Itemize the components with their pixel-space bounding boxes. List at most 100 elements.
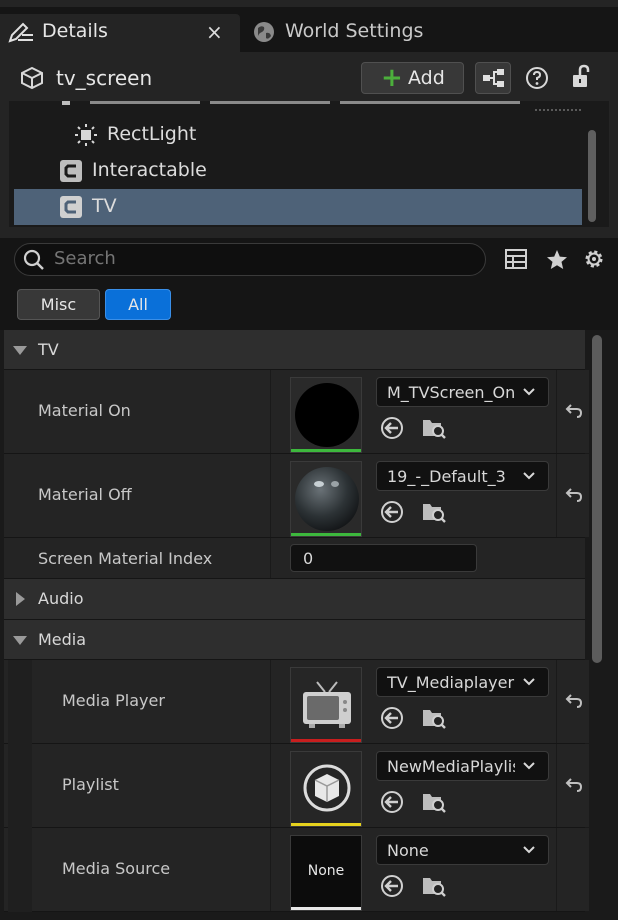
tree-item-tv[interactable]: TV bbox=[14, 189, 582, 225]
component-icon bbox=[60, 160, 82, 182]
top-strip bbox=[0, 0, 618, 7]
thumbnail-label: None bbox=[307, 863, 345, 879]
use-selected-icon[interactable] bbox=[379, 873, 405, 899]
material-thumbnail[interactable] bbox=[290, 461, 362, 537]
property-label: Material On bbox=[38, 401, 131, 420]
category-media[interactable]: Media bbox=[4, 620, 585, 660]
material-off-combo[interactable]: 19_-_Default_3 bbox=[376, 461, 549, 491]
plus-icon: + bbox=[381, 63, 403, 93]
filter-misc[interactable]: Misc bbox=[17, 289, 100, 320]
reset-arrow-icon[interactable] bbox=[565, 776, 583, 794]
material-on-combo[interactable]: M_TVScreen_On bbox=[376, 377, 549, 407]
gear-icon[interactable] bbox=[582, 247, 606, 271]
category-label: Media bbox=[38, 630, 87, 649]
property-screen-material-index: Screen Material Index 0 bbox=[4, 538, 585, 579]
property-material-off: Material Off 19_-_Default_3 bbox=[4, 454, 589, 538]
combo-value: None bbox=[387, 841, 429, 860]
use-selected-icon[interactable] bbox=[379, 789, 405, 815]
screen-index-input[interactable]: 0 bbox=[290, 544, 477, 572]
browse-folder-icon[interactable] bbox=[421, 705, 447, 731]
media-source-thumbnail[interactable]: None bbox=[290, 835, 362, 911]
category-label: Audio bbox=[38, 589, 84, 608]
filter-misc-label: Misc bbox=[40, 295, 77, 314]
tree-item-label: RectLight bbox=[107, 123, 197, 145]
chevron-down-icon bbox=[523, 388, 535, 396]
tv-icon bbox=[291, 668, 361, 742]
property-media-player: Media Player TV_Mediaplayer bbox=[4, 660, 589, 744]
chevron-down-icon bbox=[523, 762, 535, 770]
use-selected-icon[interactable] bbox=[379, 705, 405, 731]
playlist-combo[interactable]: NewMediaPlaylis bbox=[376, 751, 549, 781]
use-selected-icon[interactable] bbox=[379, 415, 405, 441]
tree-item-label: TV bbox=[92, 195, 117, 217]
chevron-down-icon bbox=[523, 472, 535, 480]
hierarchy-icon bbox=[483, 69, 504, 87]
actor-name: tv_screen bbox=[56, 66, 153, 90]
component-icon bbox=[60, 196, 82, 218]
expand-arrow-icon bbox=[13, 346, 27, 355]
property-material-on: Material On M_TVScreen_On bbox=[4, 370, 589, 454]
reset-arrow-icon[interactable] bbox=[565, 692, 583, 710]
unlock-icon[interactable] bbox=[570, 63, 594, 91]
tree-item-rectlight[interactable]: RectLight bbox=[14, 117, 582, 153]
input-value: 0 bbox=[303, 549, 314, 568]
tree-scrollbar[interactable] bbox=[588, 130, 596, 222]
combo-value: TV_Mediaplayer bbox=[387, 673, 515, 692]
property-label: Media Player bbox=[62, 691, 165, 710]
property-label: Screen Material Index bbox=[38, 549, 213, 568]
property-label: Material Off bbox=[38, 485, 132, 504]
use-selected-icon[interactable] bbox=[379, 499, 405, 525]
blueprint-button[interactable] bbox=[475, 62, 511, 94]
media-player-combo[interactable]: TV_Mediaplayer bbox=[376, 667, 549, 697]
property-label: Media Source bbox=[62, 859, 171, 878]
property-playlist: Playlist NewMediaPlaylis bbox=[4, 744, 589, 828]
browse-folder-icon[interactable] bbox=[421, 415, 447, 441]
expand-arrow-icon bbox=[13, 636, 27, 645]
cube-circle-icon bbox=[291, 752, 361, 826]
media-player-thumbnail[interactable] bbox=[290, 667, 362, 743]
category-audio[interactable]: Audio bbox=[4, 579, 585, 620]
tree-row-clipped bbox=[62, 101, 520, 105]
material-thumbnail[interactable] bbox=[290, 377, 362, 453]
rect-light-icon bbox=[75, 124, 97, 146]
tab-details-label: Details bbox=[42, 20, 108, 42]
add-component-button[interactable]: + Add bbox=[361, 62, 464, 94]
chevron-down-icon bbox=[523, 678, 535, 686]
tab-details[interactable] bbox=[0, 14, 240, 52]
playlist-thumbnail[interactable] bbox=[290, 751, 362, 827]
category-label: TV bbox=[38, 340, 59, 359]
globe-icon bbox=[254, 22, 274, 42]
sphere-icon bbox=[291, 462, 361, 536]
add-button-label: Add bbox=[408, 67, 445, 89]
table-view-icon[interactable] bbox=[505, 248, 527, 270]
reset-arrow-icon[interactable] bbox=[565, 486, 583, 504]
sphere-icon bbox=[291, 378, 361, 452]
chevron-down-icon bbox=[523, 846, 535, 854]
combo-value: 19_-_Default_3 bbox=[387, 467, 506, 486]
tree-item-interactable[interactable]: Interactable bbox=[14, 153, 582, 189]
reset-arrow-icon[interactable] bbox=[565, 402, 583, 420]
filter-all-label: All bbox=[128, 295, 148, 314]
star-icon[interactable] bbox=[545, 248, 569, 272]
property-label: Playlist bbox=[62, 775, 119, 794]
property-media-source: Media Source None None bbox=[4, 828, 589, 912]
tab-close-button[interactable]: × bbox=[206, 20, 223, 44]
collapse-arrow-icon bbox=[16, 592, 25, 606]
help-icon[interactable] bbox=[525, 66, 549, 90]
combo-value: M_TVScreen_On bbox=[387, 383, 515, 402]
dotted-underline bbox=[535, 109, 581, 111]
browse-folder-icon[interactable] bbox=[421, 873, 447, 899]
browse-folder-icon[interactable] bbox=[421, 789, 447, 815]
media-source-combo[interactable]: None bbox=[376, 835, 549, 865]
pencil-list-icon bbox=[8, 22, 33, 43]
properties-scrollbar[interactable] bbox=[592, 335, 602, 663]
category-tv[interactable]: TV bbox=[4, 330, 585, 370]
search-icon bbox=[23, 249, 44, 270]
combo-value: NewMediaPlaylis bbox=[387, 757, 515, 776]
actor-cube-icon bbox=[21, 66, 43, 90]
search-placeholder: Search bbox=[54, 248, 116, 269]
filter-all[interactable]: All bbox=[105, 289, 171, 320]
tree-item-label: Interactable bbox=[92, 159, 207, 181]
browse-folder-icon[interactable] bbox=[421, 499, 447, 525]
tab-world-settings[interactable]: World Settings bbox=[285, 20, 423, 42]
